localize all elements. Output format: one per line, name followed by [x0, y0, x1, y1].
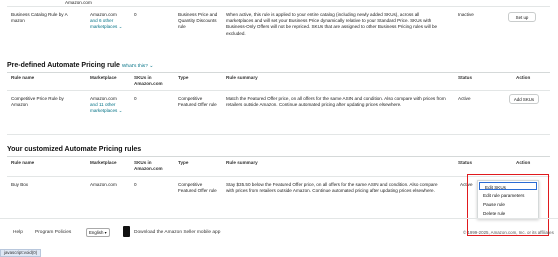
- rule-name: Competitive Price Rule by Amazon: [11, 96, 64, 108]
- header-rule-name: Rule name: [11, 160, 35, 165]
- rule-type: Competitive Featured Offer rule: [178, 96, 217, 108]
- status-text: Active: [458, 96, 471, 101]
- status-bar: javascript:void(0): [0, 249, 42, 257]
- sku-count: 0: [134, 12, 137, 17]
- header-type: Type: [178, 75, 189, 80]
- header-type: Type: [178, 160, 189, 165]
- header-rule-name: Rule name: [11, 75, 35, 80]
- chevron-down-icon: ▾: [104, 230, 107, 235]
- whats-this-link[interactable]: What's this? ⌄: [122, 64, 153, 69]
- rule-name: Business Catalog Rule by A mazon: [11, 12, 68, 24]
- highlight-annotation: [467, 174, 549, 236]
- header-summary: Rule summary: [226, 160, 258, 165]
- status-text: Inactive: [458, 12, 474, 17]
- program-policies-link[interactable]: Program Policies: [35, 230, 71, 236]
- header-skus: SKUs in Amazon.com: [134, 160, 163, 171]
- rule-name: Buy Box: [11, 182, 29, 187]
- marketplace: Amazon.com and 6 other marketplaces ⌄: [90, 12, 130, 31]
- header-action: Action: [516, 75, 531, 80]
- divider: [7, 6, 550, 7]
- add-skus-button[interactable]: Add SKUs: [509, 94, 539, 104]
- marketplace-more-link[interactable]: and 6 other marketplaces ⌄: [90, 18, 130, 30]
- header-skus: SKUs in Amazon.com: [134, 75, 163, 86]
- chevron-down-icon: ⌄: [118, 24, 123, 30]
- marketplace: Amazon.com: [90, 182, 117, 187]
- header-action: Action: [516, 160, 531, 165]
- sku-count: 0: [134, 182, 137, 187]
- sku-count: 0: [134, 96, 137, 101]
- divider: [7, 156, 550, 157]
- marketplace-more-link[interactable]: and 11 other marketplaces ⌄: [90, 102, 130, 114]
- chevron-down-icon: ⌄: [118, 108, 123, 114]
- section-title: Pre-defined Automate Pricing rule What's…: [7, 62, 154, 69]
- rule-summary: When active, this rule is applied to you…: [226, 12, 438, 36]
- footer-divider: [0, 218, 558, 219]
- header-marketplace: Marketplace: [90, 160, 117, 165]
- marketplace: Amazon.com and 11 other marketplaces ⌄: [90, 96, 130, 115]
- divider: [7, 90, 550, 91]
- divider: [7, 134, 550, 135]
- phone-icon: [123, 226, 130, 237]
- header-summary: Rule summary: [226, 75, 258, 80]
- rule-type: Competitive Featured Offer rule: [178, 182, 217, 194]
- header-status: Status: [458, 160, 473, 165]
- language-select[interactable]: English ▾: [86, 228, 110, 237]
- set-up-button[interactable]: Set up: [508, 12, 536, 22]
- mobile-app-link[interactable]: Download the Amazon Seller mobile app: [134, 230, 220, 236]
- rule-summary: Stay $35.50 below the Featured Offer pri…: [226, 182, 438, 194]
- help-link[interactable]: Help: [13, 230, 23, 236]
- rule-type: Business Price and Quantity Discounts ru…: [178, 12, 218, 30]
- rule-summary: Match the Featured Offer price, on all o…: [226, 96, 446, 108]
- header-status: Status: [458, 75, 473, 80]
- section-title: Your customized Automate Pricing rules: [7, 146, 142, 153]
- copyright: © 1999-2025, Amazon.com, Inc. or its aff…: [463, 230, 554, 235]
- divider: [7, 72, 550, 73]
- header-marketplace: Marketplace: [90, 75, 117, 80]
